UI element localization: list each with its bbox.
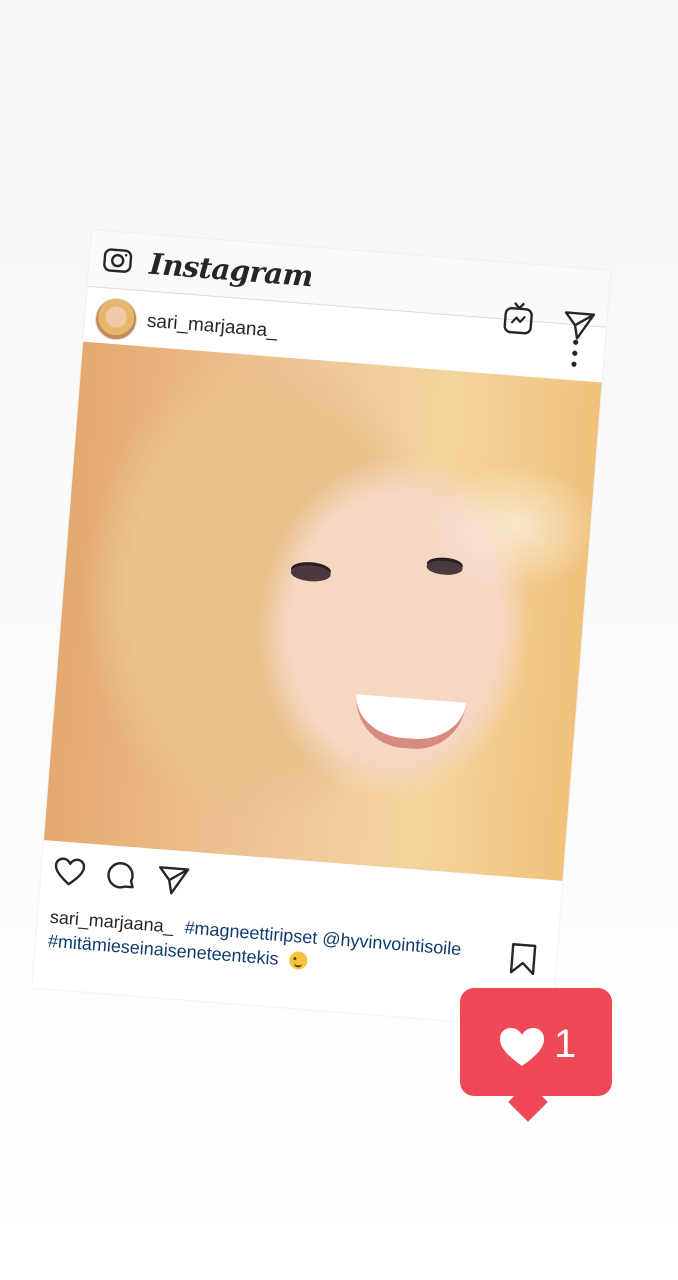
winking-face-emoji (288, 950, 309, 971)
comment-icon[interactable] (104, 859, 138, 893)
like-count: 1 (554, 1022, 577, 1066)
photo-detail-smile (352, 694, 467, 753)
share-icon[interactable] (156, 863, 190, 897)
post-photo[interactable] (43, 341, 602, 881)
post-username[interactable]: sari_marjaana_ (146, 311, 278, 343)
instagram-logo: Instagram (148, 246, 315, 294)
bookmark-icon[interactable] (507, 941, 540, 977)
photo-detail-eye (426, 559, 464, 577)
photo-detail-eye (290, 563, 332, 583)
heart-icon (500, 1028, 544, 1066)
heart-icon[interactable] (52, 855, 86, 889)
camera-icon[interactable] (101, 243, 135, 277)
mention-link[interactable]: @hyvinvointisoile (322, 928, 462, 959)
like-notification-badge: 1 (460, 988, 612, 1096)
instagram-post-card: Instagram sari_marjaana_ sari_marjaana_ … (32, 230, 611, 1029)
avatar[interactable] (93, 296, 139, 342)
